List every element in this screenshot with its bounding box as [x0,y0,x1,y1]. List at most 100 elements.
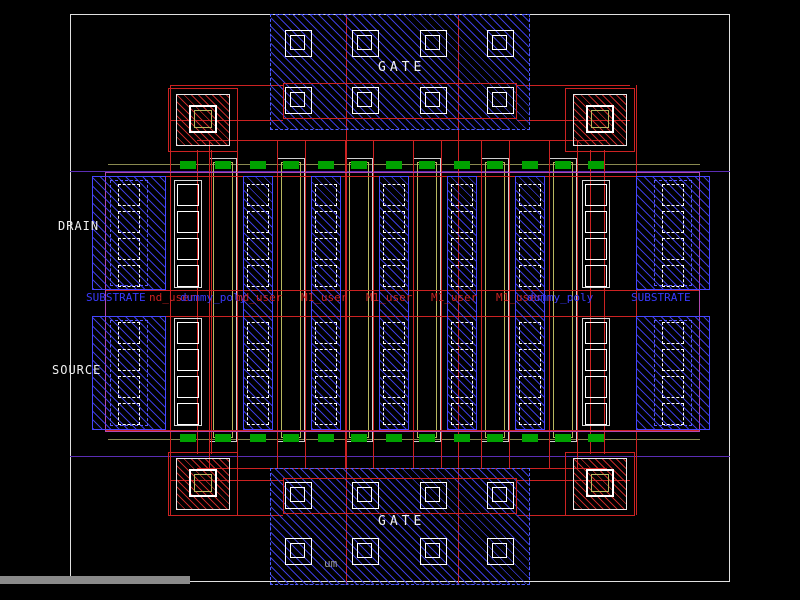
gate-contact-inner [290,92,305,107]
net-label-0: SUBSTRATE [86,291,146,304]
green-marker-top-6 [386,161,402,169]
finger-contact [383,184,405,206]
gate-contact-inner [492,35,507,50]
green-marker-bottom-1 [215,434,231,442]
finger-contact [519,265,541,287]
drain-pad-contact [662,211,684,233]
layout-canvas[interactable]: DRAIN SOURCE um GATE GATE SUBSTRATE nd_user… [0,0,800,600]
gate-contact-inner [492,543,507,558]
green-marker-top-11 [555,161,571,169]
finger-contact [247,403,269,425]
finger-contact [247,184,269,206]
green-marker-top-8 [454,161,470,169]
gate-pad-red-ring-bottom [283,478,517,514]
dummy-contact [585,322,607,344]
finger-contact [315,322,337,344]
gate-contact-inner [290,543,305,558]
finger-contact [383,349,405,371]
source-pad-contact [118,349,140,371]
label-drain: DRAIN [58,219,100,233]
green-marker-top-3 [283,161,299,169]
gate-contact-inner [425,35,440,50]
dummy-contact [585,211,607,233]
dummy-contact [585,349,607,371]
finger-contact [451,403,473,425]
finger-contact [451,322,473,344]
finger-contact [315,211,337,233]
green-marker-bottom-7 [419,434,435,442]
red-gate-line-h-1 [517,85,630,86]
green-marker-bottom-4 [318,434,334,442]
green-marker-top-2 [250,161,266,169]
gate-contact-inner [290,487,305,502]
green-marker-top-9 [487,161,503,169]
net-label-9: SUBSTRATE [631,291,691,304]
drain-pad-contact [662,238,684,260]
finger-contact [519,349,541,371]
green-marker-bottom-8 [454,434,470,442]
finger-contact [451,238,473,260]
finger-contact [519,403,541,425]
corner-pad-core-top-right [591,110,609,128]
finger-contact [519,322,541,344]
dummy-contact [177,184,199,206]
gate-label-top: GATE [378,60,426,75]
finger-contact [247,211,269,233]
green-marker-top-12 [588,161,604,169]
finger-contact [519,211,541,233]
green-marker-top-1 [215,161,231,169]
green-marker-bottom-3 [283,434,299,442]
gate-contact-inner [357,487,372,502]
finger-contact [519,238,541,260]
net-label-3: md_user [236,291,283,304]
dummy-contact [585,184,607,206]
gate-contact-inner [357,35,372,50]
finger-contact [315,184,337,206]
net-label-6: M1_user [431,291,478,304]
source-pad-contact [662,322,684,344]
dummy-contact [177,349,199,371]
gate-contact-inner [425,92,440,107]
green-marker-bottom-6 [386,434,402,442]
green-marker-top-4 [318,161,334,169]
finger-contact [247,349,269,371]
green-marker-top-0 [180,161,196,169]
finger-contact [315,349,337,371]
gate-contact-inner [357,543,372,558]
finger-contact [451,349,473,371]
green-marker-bottom-2 [250,434,266,442]
dummy-contact [585,376,607,398]
corner-pad-core-bottom-right [591,474,609,492]
dummy-contact [585,265,607,287]
finger-contact [247,376,269,398]
source-pad-contact [118,403,140,425]
horizontal-scrollbar[interactable] [0,576,190,584]
finger-contact [451,211,473,233]
drain-pad-contact [662,184,684,206]
green-marker-bottom-11 [555,434,571,442]
gate-contact-inner [492,92,507,107]
finger-contact [315,403,337,425]
finger-contact [383,322,405,344]
net-label-5: M1_user [366,291,413,304]
finger-contact [247,322,269,344]
drain-pad-contact [118,211,140,233]
source-pad-contact [118,376,140,398]
dummy-contact [177,322,199,344]
dummy-contact [177,238,199,260]
red-gate-line-h-12 [197,140,607,141]
green-marker-bottom-10 [522,434,538,442]
green-marker-top-10 [522,161,538,169]
label-source: SOURCE [52,363,102,377]
green-marker-bottom-9 [487,434,503,442]
green-marker-top-5 [351,161,367,169]
finger-contact [519,184,541,206]
net-label-8: dummy_poly [527,291,594,304]
finger-contact [451,265,473,287]
corner-pad-core-top-left [194,110,212,128]
finger-contact [519,376,541,398]
source-pad-contact [662,403,684,425]
gate-pad-red-ring-top [283,83,517,119]
green-marker-bottom-0 [180,434,196,442]
gate-contact-inner [357,92,372,107]
